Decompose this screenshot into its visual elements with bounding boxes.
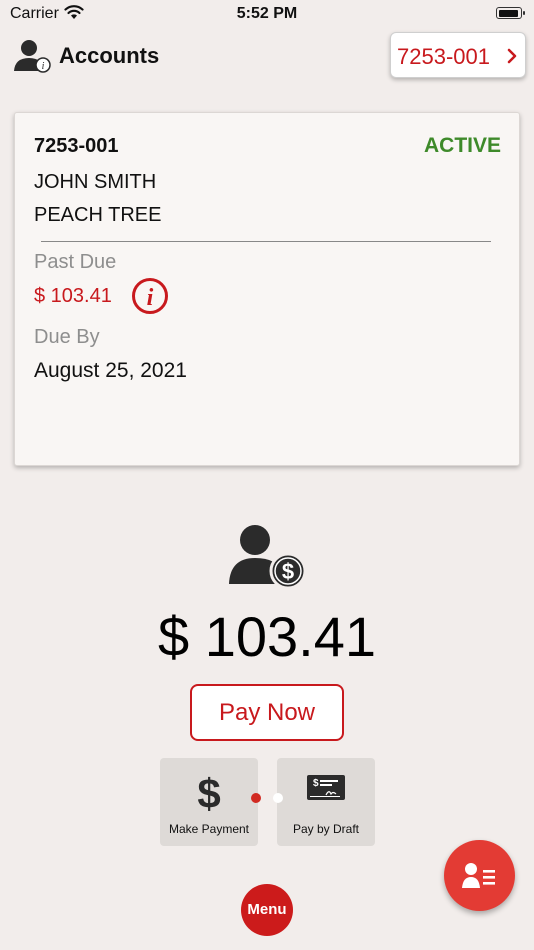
past-due-amount: $ 103.41	[34, 285, 112, 307]
pay-by-draft-label: Pay by Draft	[292, 822, 360, 836]
pay-by-draft-tile[interactable]: $ Pay by Draft	[277, 758, 375, 846]
make-payment-label: Make Payment	[168, 822, 250, 836]
menu-button[interactable]: Menu	[241, 884, 293, 936]
due-by-label: Due By	[34, 326, 100, 348]
page-indicator-dot[interactable]	[273, 793, 283, 803]
account-number: 7253-001	[34, 135, 119, 157]
account-holder-name: JOHN SMITH	[34, 171, 157, 193]
balance-amount: $ 103.41	[158, 605, 376, 668]
header: i Accounts 7253-001	[0, 30, 534, 86]
chevron-right-icon	[507, 48, 517, 69]
dollar-icon: $	[160, 770, 258, 819]
status-badge: ACTIVE	[423, 134, 501, 157]
check-icon: $	[277, 772, 375, 807]
account-selector-label: 7253-001	[397, 44, 490, 69]
page-title: Accounts	[59, 43, 160, 68]
svg-text:$: $	[313, 778, 319, 789]
contact-list-icon	[462, 863, 495, 888]
divider	[41, 241, 491, 242]
account-info-icon: i	[12, 38, 52, 79]
svg-text:$: $	[282, 559, 294, 584]
status-bar: Carrier 5:52 PM	[0, 0, 534, 30]
past-due-label: Past Due	[34, 251, 117, 273]
svg-text:$: $	[197, 772, 220, 814]
svg-text:i: i	[147, 285, 154, 311]
due-date: August 25, 2021	[34, 359, 187, 382]
contact-list-button[interactable]	[444, 840, 515, 911]
status-time: 5:52 PM	[236, 5, 298, 22]
account-address: PEACH TREE	[34, 204, 162, 226]
info-icon[interactable]: i	[131, 277, 169, 320]
make-payment-tile[interactable]: $ Make Payment	[160, 758, 258, 846]
pay-now-button[interactable]: Pay Now	[190, 684, 344, 741]
account-selector-button[interactable]: 7253-001	[390, 32, 526, 78]
account-card[interactable]: 7253-001 ACTIVE JOHN SMITH PEACH TREE Pa…	[14, 112, 520, 466]
page-indicator-dot-active[interactable]	[251, 793, 261, 803]
battery-icon	[496, 7, 525, 19]
svg-text:i: i	[42, 61, 45, 72]
account-balance-icon: $	[227, 522, 307, 595]
